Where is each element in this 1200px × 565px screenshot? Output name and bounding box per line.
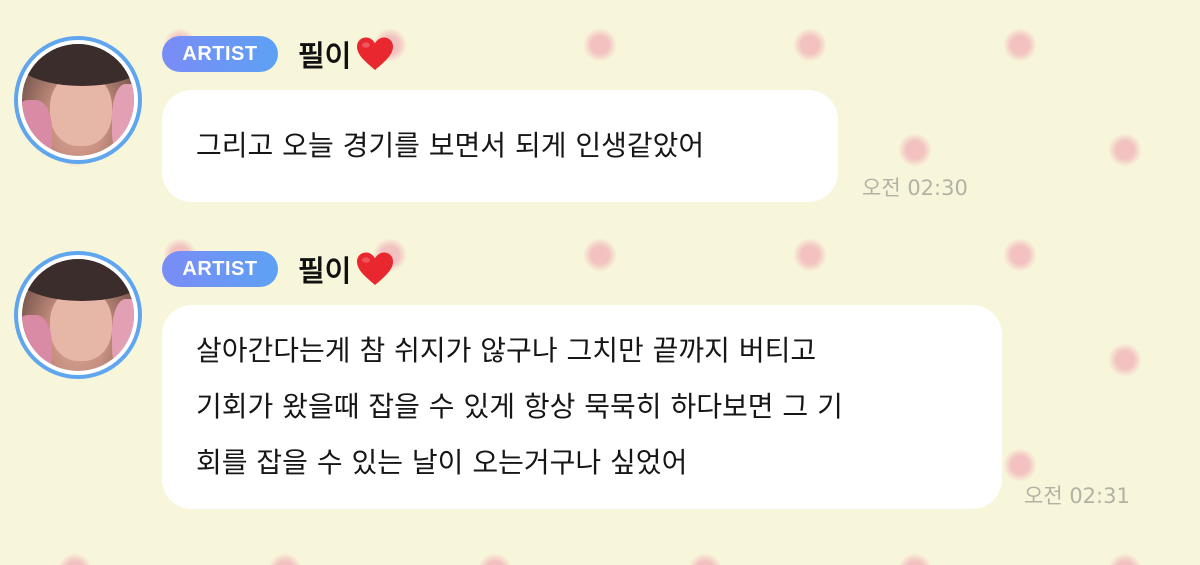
message-timestamp: 오전 02:30: [862, 176, 968, 200]
message-bubble[interactable]: 그리고 오늘 경기를 보면서 되게 인생같았어: [162, 90, 838, 202]
message-header: ARTIST 필이: [162, 34, 395, 74]
sender-name[interactable]: 필이: [298, 248, 395, 290]
red-heart-icon: [357, 37, 394, 70]
message-timestamp: 오전 02:31: [1024, 484, 1130, 508]
message-text-line: 회를 잡을 수 있는 날이 오는거구나 싶었어: [196, 446, 688, 479]
chat-message: ARTIST 필이 살아간다는게 참 쉬지가 않구나 그치만 끝까지 버티고 기…: [0, 215, 1200, 515]
message-text-line: 그리고 오늘 경기를 보면서 되게 인생같았어: [196, 129, 705, 162]
sender-name-label: 필이: [298, 254, 352, 288]
avatar-photo: [22, 259, 134, 371]
message-bubble[interactable]: 살아간다는게 참 쉬지가 않구나 그치만 끝까지 버티고 기회가 왔을때 잡을 …: [162, 305, 1002, 509]
red-heart-icon: [357, 252, 394, 285]
avatar[interactable]: [14, 251, 142, 379]
artist-badge: ARTIST: [162, 251, 278, 287]
message-header: ARTIST 필이: [162, 249, 395, 289]
sender-name-label: 필이: [298, 39, 352, 73]
sender-name[interactable]: 필이: [298, 33, 395, 75]
message-text-line: 기회가 왔을때 잡을 수 있게 항상 묵묵히 하다보면 그 기: [196, 390, 843, 423]
artist-badge: ARTIST: [162, 36, 278, 72]
message-text-line: 살아간다는게 참 쉬지가 않구나 그치만 끝까지 버티고: [196, 334, 817, 367]
avatar[interactable]: [14, 36, 142, 164]
avatar-photo: [22, 44, 134, 156]
chat-message: ARTIST 필이 그리고 오늘 경기를 보면서 되게 인생같았어 오전 02:…: [0, 0, 1200, 215]
